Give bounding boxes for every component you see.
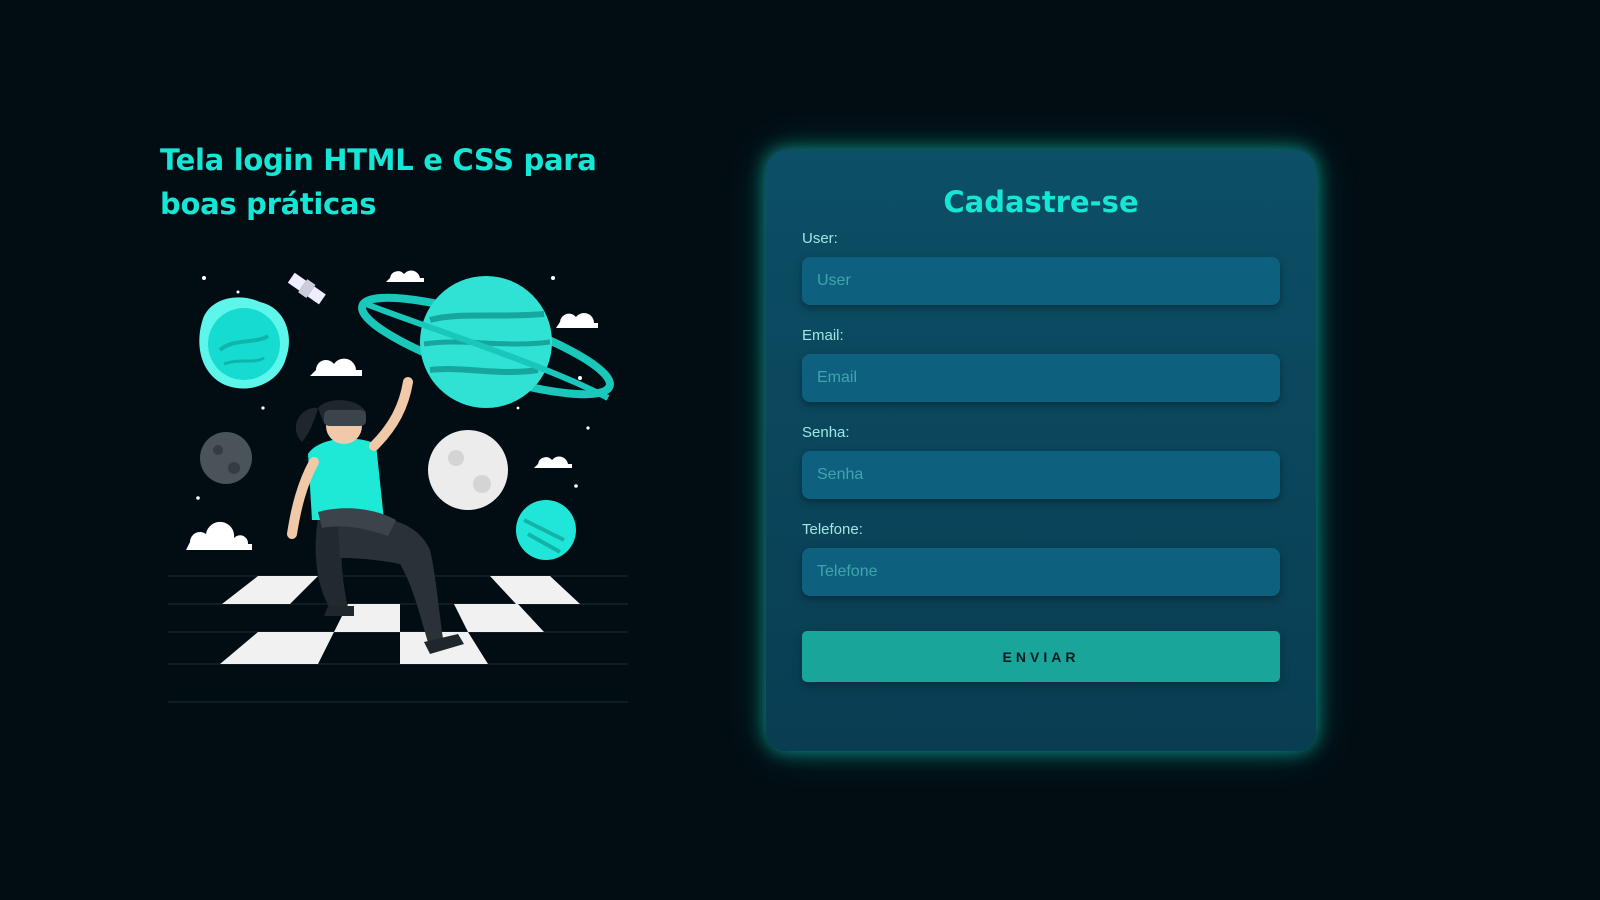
checker-floor — [168, 575, 628, 703]
satellite — [287, 272, 326, 305]
signup-card: Cadastre-se User: Email: Senha: Telefone… — [766, 150, 1316, 751]
page: Tela login HTML e CSS para boas práticas — [0, 0, 1600, 900]
hero-section: Tela login HTML e CSS para boas práticas — [160, 138, 640, 226]
email-label: Email: — [802, 327, 844, 344]
password-label: Senha: — [802, 424, 850, 441]
ringed-planet — [358, 276, 614, 408]
phone-field: Telefone: — [802, 521, 1280, 596]
email-input[interactable] — [802, 354, 1280, 402]
blob-planet — [199, 297, 289, 389]
email-field: Email: — [802, 327, 1280, 402]
phone-input[interactable] — [802, 548, 1280, 596]
hero-title: Tela login HTML e CSS para boas práticas — [160, 143, 597, 221]
user-label: User: — [802, 230, 838, 247]
submit-button[interactable]: ENVIAR — [802, 631, 1280, 682]
user-input[interactable] — [802, 257, 1280, 305]
user-field: User: — [802, 230, 1280, 305]
form-title: Cadastre-se — [943, 185, 1139, 219]
password-input[interactable] — [802, 451, 1280, 499]
vr-space-dancer-illustration — [168, 270, 628, 703]
phone-label: Telefone: — [802, 521, 863, 538]
password-field: Senha: — [802, 424, 1280, 499]
